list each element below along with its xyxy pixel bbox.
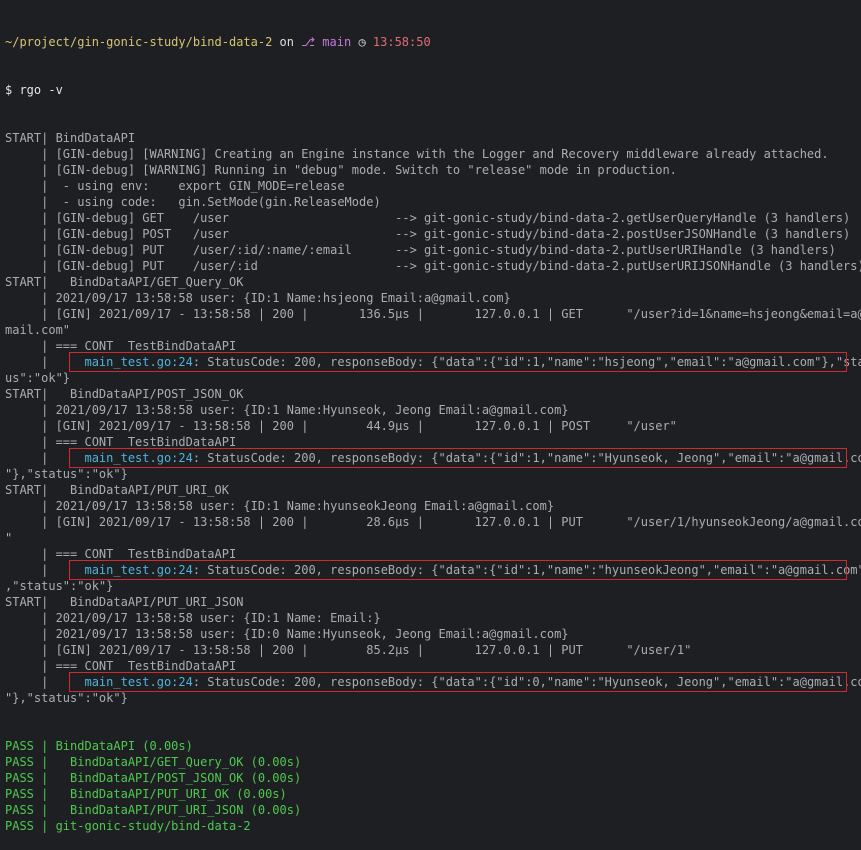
log-line: | [GIN] 2021/09/17 - 13:58:58 | 200 | 28…: [5, 515, 861, 529]
highlight-box: [69, 560, 847, 580]
highlight-box: [69, 448, 847, 468]
pass-line: PASS | BindDataAPI/PUT_URI_JSON (0.00s): [5, 803, 302, 817]
highlight-box: [69, 352, 847, 372]
log-line: | 2021/09/17 13:58:58 user: {ID:1 Name:h…: [5, 291, 511, 305]
log-line: | [GIN-debug] [WARNING] Running in "debu…: [5, 163, 677, 177]
prompt-line: ~/project/gin-gonic-study/bind-data-2 on…: [5, 34, 861, 50]
log-output: START| BindDataAPI | [GIN-debug] [WARNIN…: [5, 130, 861, 706]
log-line: | [GIN-debug] PUT /user/:id --> git-goni…: [5, 259, 861, 273]
prompt-time: 13:58:50: [372, 35, 431, 49]
log-line: | [GIN-debug] GET /user --> git-gonic-st…: [5, 211, 851, 225]
pass-line: PASS | BindDataAPI/GET_Query_OK (0.00s): [5, 755, 302, 769]
log-line: START| BindDataAPI/GET_Query_OK: [5, 275, 244, 289]
log-line: | [GIN-debug] POST /user --> git-gonic-s…: [5, 227, 851, 241]
pass-line: PASS | BindDataAPI (0.00s): [5, 739, 193, 753]
log-line: ": [5, 531, 13, 545]
pass-line: PASS | BindDataAPI/PUT_URI_OK (0.00s): [5, 787, 287, 801]
log-line: mail.com": [5, 323, 71, 337]
log-line: | 2021/09/17 13:58:58 user: {ID:1 Name:H…: [5, 403, 569, 417]
log-line: START| BindDataAPI/PUT_URI_OK: [5, 483, 229, 497]
log-line: | 2021/09/17 13:58:58 user: {ID:1 Name:h…: [5, 499, 555, 513]
log-line: | [GIN] 2021/09/17 - 13:58:58 | 200 | 85…: [5, 643, 692, 657]
highlight-box: [69, 672, 847, 692]
git-branch-icon: ⎇: [301, 35, 316, 49]
pass-summary: PASS | BindDataAPI (0.00s) PASS | BindDat…: [5, 738, 861, 834]
pass-line: PASS | BindDataAPI/POST_JSON_OK (0.00s): [5, 771, 302, 785]
log-line: | 2021/09/17 13:58:58 user: {ID:0 Name:H…: [5, 627, 569, 641]
log-line: | [GIN-debug] PUT /user/:id/:name/:email…: [5, 243, 836, 257]
log-line: | 2021/09/17 13:58:58 user: {ID:1 Name: …: [5, 611, 381, 625]
log-line: "},"status":"ok"}: [5, 691, 128, 705]
log-line: "},"status":"ok"}: [5, 467, 128, 481]
clock-icon: ◷: [358, 35, 366, 49]
log-line: | [GIN-debug] [WARNING] Creating an Engi…: [5, 147, 829, 161]
log-line: ,"status":"ok"}: [5, 579, 114, 593]
log-line: | - using code: gin.SetMode(gin.ReleaseM…: [5, 195, 381, 209]
log-line: START| BindDataAPI/POST_JSON_OK: [5, 387, 244, 401]
log-line: us":"ok"}: [5, 371, 71, 385]
log-line: | [GIN] 2021/09/17 - 13:58:58 | 200 | 13…: [5, 307, 861, 321]
prompt-on: on: [279, 35, 294, 49]
terminal-output[interactable]: ~/project/gin-gonic-study/bind-data-2 on…: [0, 0, 861, 850]
log-line: | - using env: export GIN_MODE=release: [5, 179, 345, 193]
cwd-path: ~/project/gin-gonic-study/bind-data-2: [5, 35, 273, 49]
log-line: START| BindDataAPI: [5, 131, 136, 145]
log-line: START| BindDataAPI/PUT_URI_JSON: [5, 595, 244, 609]
pass-line: PASS | git-gonic-study/bind-data-2: [5, 819, 251, 833]
git-branch: main: [322, 35, 352, 49]
log-line: | [GIN] 2021/09/17 - 13:58:58 | 200 | 44…: [5, 419, 677, 433]
command-line: $ rgo -v: [5, 83, 63, 97]
